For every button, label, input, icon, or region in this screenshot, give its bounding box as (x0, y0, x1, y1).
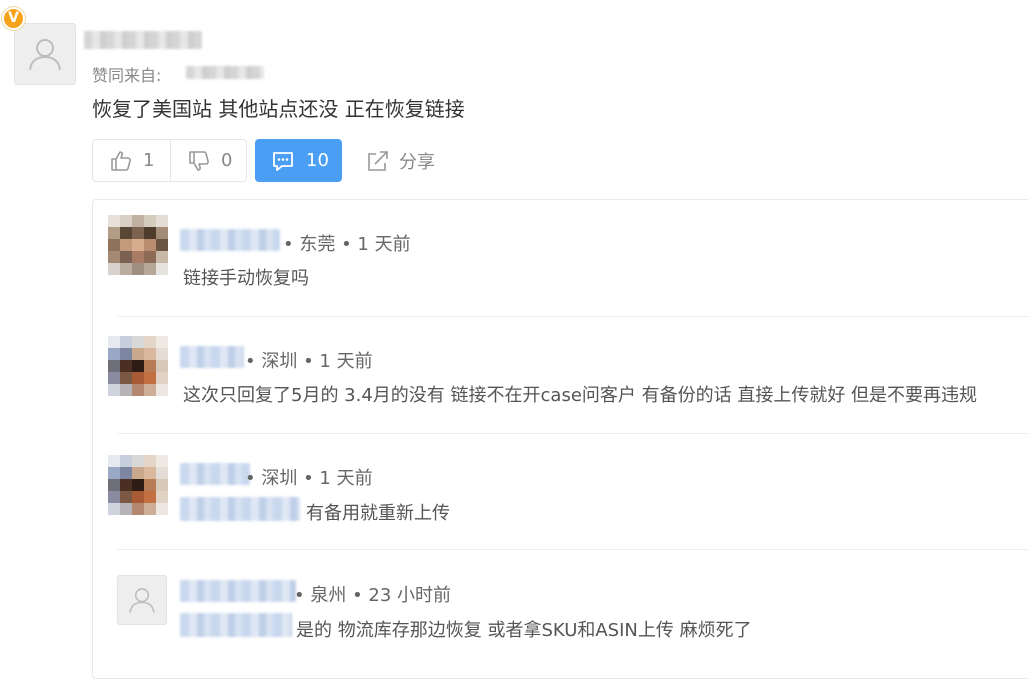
comment-divider (117, 549, 1028, 550)
share-icon (368, 151, 388, 171)
comment-location: • 深圳 (245, 468, 298, 489)
comment-time: • 1 天前 (341, 234, 411, 255)
comment-time: • 23 小时前 (352, 585, 452, 606)
comment-text: 链接手动恢复吗 (183, 268, 309, 289)
comment-avatar[interactable] (108, 215, 168, 275)
comment-avatar[interactable] (108, 336, 168, 396)
comment-meta: • 深圳 • 1 天前 (245, 464, 373, 490)
downvote-count: 0 (221, 150, 233, 171)
vip-badge-icon: V (2, 7, 25, 30)
thumbs-down-icon (189, 150, 209, 171)
commenter-name-redacted (180, 580, 296, 602)
downvote-button[interactable]: 0 (170, 139, 247, 182)
author-name-redacted (84, 31, 202, 49)
comment-location: • 深圳 (245, 351, 298, 372)
comment-bubble-icon (273, 151, 293, 171)
comment-count: 10 (306, 150, 329, 171)
comment-meta: • 深圳 • 1 天前 (245, 347, 373, 373)
commenter-name-redacted (180, 463, 250, 485)
agree-from-label: 赞同来自: (92, 62, 161, 86)
thumbs-up-icon (111, 150, 131, 171)
comment-location: • 泉州 (294, 585, 347, 606)
upvote-button[interactable]: 1 (92, 139, 171, 182)
comment-location: • 东莞 (283, 234, 336, 255)
comment-avatar[interactable] (108, 455, 168, 515)
comment-meta: • 东莞 • 1 天前 (283, 230, 411, 256)
default-user-icon (129, 588, 155, 613)
reply-to-mention-redacted (180, 613, 292, 637)
comment-divider (117, 433, 1028, 434)
comment-divider (117, 316, 1028, 317)
reply-to-mention-redacted (180, 497, 300, 521)
comment-meta: • 泉州 • 23 小时前 (294, 581, 451, 607)
agree-label-text: 赞同来自: (92, 66, 162, 85)
share-button[interactable]: 分享 (366, 143, 435, 179)
answer-body: 恢复了美国站 其他站点还没 正在恢复链接 (92, 97, 465, 121)
comments-toggle-button[interactable]: 10 (255, 139, 342, 182)
upvote-count: 1 (143, 150, 155, 171)
comment-text: 是的 物流库存那边恢复 或者拿SKU和ASIN上传 麻烦死了 (296, 620, 752, 641)
comment-text: 这次只回复了5月的 3.4月的没有 链接不在开case问客户 有备份的话 直接上… (183, 385, 978, 406)
commenter-name-redacted (180, 229, 280, 251)
answer-author-avatar[interactable] (14, 23, 76, 85)
comment-avatar[interactable] (117, 575, 167, 625)
commenter-name-redacted (180, 346, 244, 368)
share-label: 分享 (399, 152, 435, 173)
comment-text: 有备用就重新上传 (306, 503, 450, 524)
comment-time: • 1 天前 (303, 351, 373, 372)
default-user-icon (29, 39, 61, 71)
agree-users-redacted (186, 66, 264, 79)
comment-time: • 1 天前 (303, 468, 373, 489)
